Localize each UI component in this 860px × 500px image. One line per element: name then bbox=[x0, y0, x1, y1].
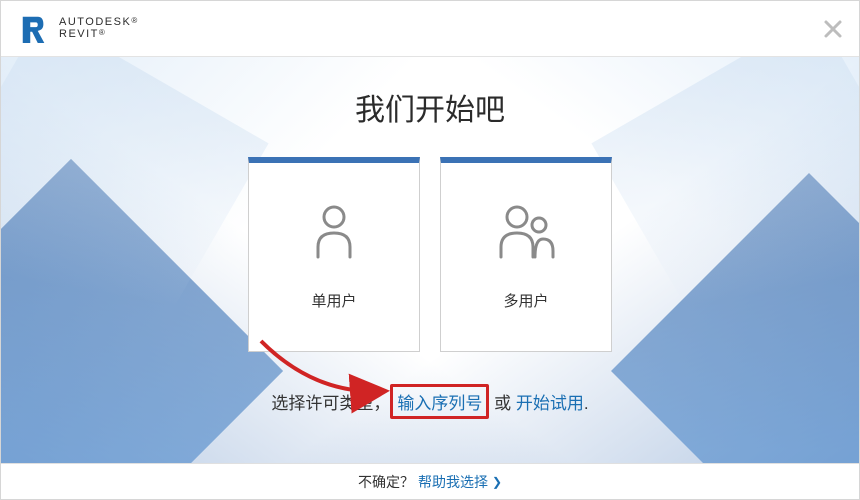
registered-mark: ® bbox=[99, 28, 106, 37]
card-label: 单用户 bbox=[311, 290, 356, 311]
prompt-mid: 或 bbox=[489, 394, 515, 413]
chevron-right-icon: ❯ bbox=[492, 475, 502, 489]
page-title: 我们开始吧 bbox=[1, 85, 859, 129]
serial-highlight-box: 输入序列号 bbox=[390, 384, 489, 419]
help-me-choose-link[interactable]: 帮助我选择 bbox=[418, 472, 488, 492]
prompt-prefix: 选择许可类型， bbox=[271, 394, 390, 413]
single-user-icon bbox=[310, 203, 358, 264]
footer-question: 不确定？ bbox=[358, 472, 414, 492]
card-label: 多用户 bbox=[503, 290, 548, 311]
brand-line1: AUTODESK bbox=[59, 16, 131, 28]
enter-serial-link[interactable]: 输入序列号 bbox=[397, 394, 482, 413]
close-button[interactable] bbox=[821, 17, 845, 41]
multi-user-card[interactable]: 多用户 bbox=[440, 157, 612, 352]
brand-text: AUTODESK® REVIT® bbox=[59, 17, 139, 40]
main-content: 我们开始吧 单用户 多用户 选择许可类型，输入 bbox=[1, 57, 859, 419]
revit-logo-icon bbox=[19, 13, 49, 45]
start-trial-link[interactable]: 开始试用 bbox=[516, 394, 584, 413]
close-icon bbox=[821, 17, 845, 41]
license-cards: 单用户 多用户 bbox=[1, 157, 859, 352]
header: AUTODESK® REVIT® bbox=[1, 1, 859, 57]
brand-line2: REVIT bbox=[59, 28, 99, 40]
license-prompt: 选择许可类型， 输入序列号 或 开始试用. bbox=[1, 384, 859, 419]
footer: 不确定？ 帮助我选择 ❯ bbox=[1, 463, 859, 499]
multi-user-icon bbox=[495, 203, 557, 264]
registered-mark: ® bbox=[131, 16, 138, 25]
prompt-suffix: . bbox=[584, 394, 589, 413]
single-user-card[interactable]: 单用户 bbox=[248, 157, 420, 352]
